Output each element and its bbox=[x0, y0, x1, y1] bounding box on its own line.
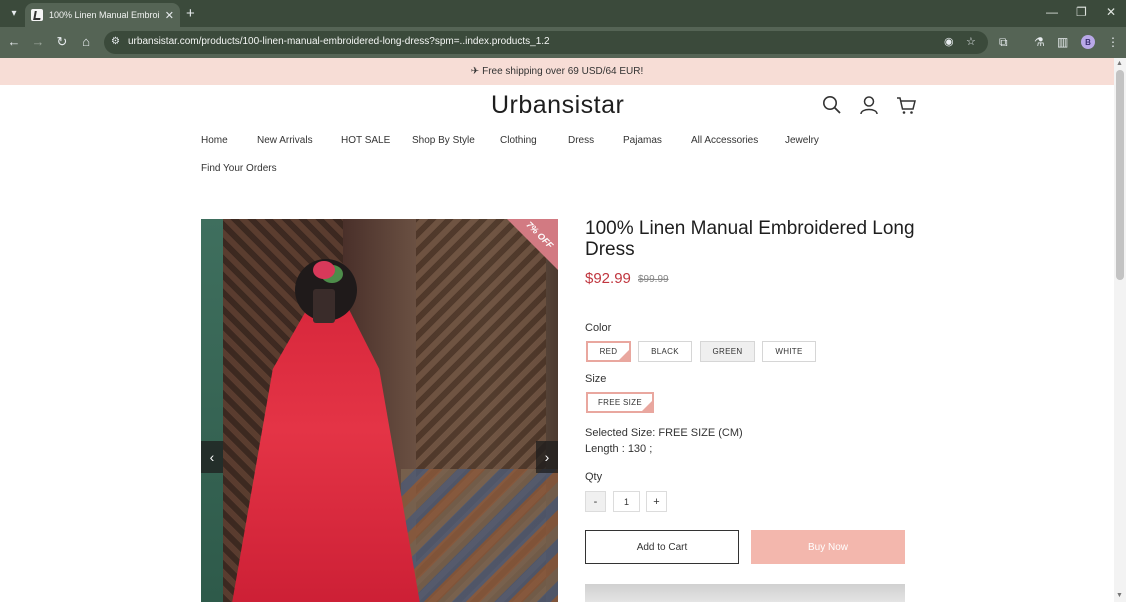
restore-icon[interactable]: ❐ bbox=[1076, 5, 1087, 19]
color-option-red[interactable]: RED bbox=[586, 341, 631, 362]
labs-icon[interactable]: ⚗ bbox=[1034, 35, 1045, 49]
browser-tabstrip: ▾ 100% Linen Manual Embroide ✕ + — ❐ ✕ bbox=[0, 0, 1126, 27]
home-icon[interactable]: ⌂ bbox=[78, 34, 94, 49]
site-info-icon[interactable]: ⚙ bbox=[111, 36, 120, 47]
image-hat-embroidery bbox=[313, 261, 335, 279]
profile-avatar[interactable]: B bbox=[1081, 35, 1095, 49]
length-text: Length : 130 ; bbox=[585, 443, 653, 455]
browser-tab[interactable]: 100% Linen Manual Embroide ✕ bbox=[25, 3, 180, 27]
payment-info-box bbox=[585, 584, 905, 602]
account-icon[interactable] bbox=[859, 95, 879, 115]
tab-close-icon[interactable]: ✕ bbox=[165, 9, 174, 22]
scroll-up-icon[interactable]: ▲ bbox=[1116, 60, 1123, 67]
scroll-down-icon[interactable]: ▼ bbox=[1116, 592, 1123, 599]
side-panel-icon[interactable]: ▥ bbox=[1057, 35, 1068, 49]
nav-clothing[interactable]: Clothing bbox=[500, 135, 537, 146]
color-option-green[interactable]: GREEN bbox=[700, 341, 755, 362]
buy-now-button[interactable]: Buy Now bbox=[751, 530, 905, 564]
browser-toolbar: ← → ↻ ⌂ ⚙ urbansistar.com/products/100-l… bbox=[0, 27, 1126, 58]
tab-search-chevron-icon[interactable]: ▾ bbox=[4, 4, 24, 22]
gallery-next-icon[interactable]: › bbox=[536, 441, 558, 473]
back-icon[interactable]: ← bbox=[6, 34, 22, 49]
discount-ribbon: 7% OFF bbox=[507, 219, 558, 270]
qty-decrease-button[interactable]: - bbox=[585, 491, 606, 512]
new-tab-icon[interactable]: + bbox=[186, 5, 195, 22]
nav-all-accessories[interactable]: All Accessories bbox=[691, 135, 758, 146]
nav-home[interactable]: Home bbox=[201, 135, 228, 146]
size-details: Selected Size: FREE SIZE (CM) Length : 1… bbox=[585, 425, 743, 457]
nav-hot-sale[interactable]: HOT SALE bbox=[341, 135, 390, 146]
reload-icon[interactable]: ↻ bbox=[54, 34, 70, 50]
color-option-black[interactable]: BLACK bbox=[638, 341, 692, 362]
address-bar[interactable]: ⚙ urbansistar.com/products/100-linen-man… bbox=[104, 31, 988, 54]
selected-size-text: Selected Size: FREE SIZE (CM) bbox=[585, 427, 743, 439]
airplane-icon: ✈ bbox=[470, 66, 480, 77]
sale-price: $92.99 bbox=[585, 270, 631, 287]
url-text[interactable]: urbansistar.com/products/100-linen-manua… bbox=[128, 36, 550, 47]
nav-pajamas[interactable]: Pajamas bbox=[623, 135, 662, 146]
qty-label: Qty bbox=[585, 471, 603, 483]
scroll-thumb[interactable] bbox=[1116, 70, 1124, 280]
qty-increase-button[interactable]: + bbox=[646, 491, 667, 512]
search-icon[interactable] bbox=[822, 95, 842, 115]
menu-kebab-icon[interactable]: ⋮ bbox=[1107, 35, 1119, 49]
size-option-free-size[interactable]: FREE SIZE bbox=[586, 392, 654, 413]
nav-jewelry[interactable]: Jewelry bbox=[785, 135, 819, 146]
gallery-prev-icon[interactable]: ‹ bbox=[201, 441, 223, 473]
image-floor bbox=[401, 469, 558, 602]
nav-find-your-orders[interactable]: Find Your Orders bbox=[201, 163, 277, 174]
announcement-bar: ✈ Free shipping over 69 USD/64 EUR! bbox=[0, 58, 1114, 85]
nav-new-arrivals[interactable]: New Arrivals bbox=[257, 135, 313, 146]
cart-icon[interactable] bbox=[896, 95, 916, 115]
window-close-icon[interactable]: ✕ bbox=[1106, 5, 1116, 19]
forward-icon[interactable]: → bbox=[30, 34, 46, 49]
page-scrollbar[interactable]: ▲ ▼ bbox=[1114, 58, 1126, 602]
image-wall bbox=[201, 219, 223, 602]
extensions-icon[interactable]: ⧉ bbox=[999, 35, 1008, 50]
add-to-cart-button[interactable]: Add to Cart bbox=[585, 530, 739, 564]
compare-price: $99.99 bbox=[638, 274, 669, 285]
size-label: Size bbox=[585, 373, 607, 385]
product-title: 100% Linen Manual Embroidered Long Dress bbox=[585, 218, 915, 260]
nav-dress[interactable]: Dress bbox=[568, 135, 594, 146]
color-option-white[interactable]: WHITE bbox=[762, 341, 816, 362]
minimize-icon[interactable]: — bbox=[1046, 5, 1058, 19]
announcement-text: Free shipping over 69 USD/64 EUR! bbox=[482, 66, 644, 77]
bookmark-star-icon[interactable]: ☆ bbox=[966, 35, 976, 48]
site-favicon-icon bbox=[31, 9, 43, 21]
store-logo[interactable]: Urbansistar bbox=[491, 91, 624, 120]
product-image[interactable] bbox=[201, 219, 558, 602]
tab-title: 100% Linen Manual Embroide bbox=[48, 10, 159, 20]
nav-shop-by-style[interactable]: Shop By Style bbox=[412, 135, 475, 146]
color-label: Color bbox=[585, 322, 612, 334]
image-phone bbox=[313, 289, 335, 323]
qty-input[interactable] bbox=[613, 491, 640, 512]
eye-off-icon[interactable]: ◉ bbox=[944, 35, 954, 48]
